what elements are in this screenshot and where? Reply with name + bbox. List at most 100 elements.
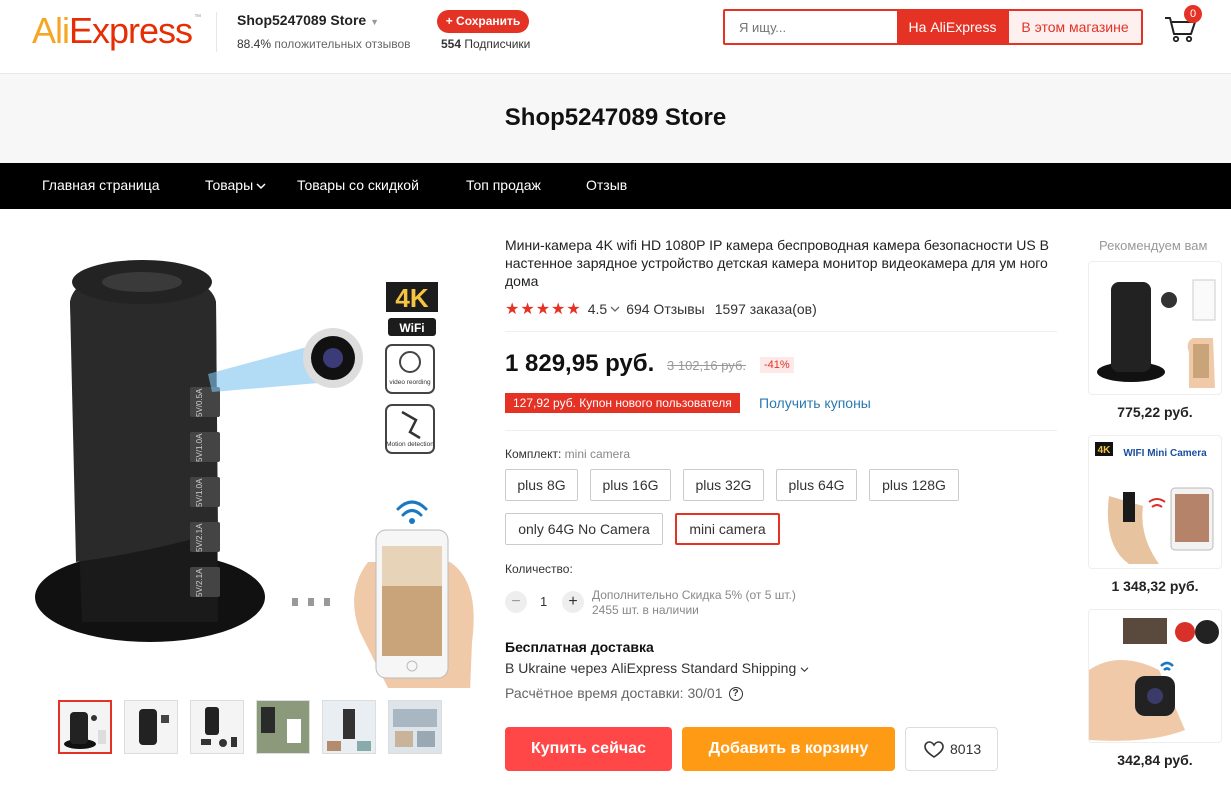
wishlist-button[interactable]: 8013 [905,727,998,771]
shipping-method-select[interactable]: В Ukraine через AliExpress Standard Ship… [505,660,809,676]
price: 1 829,95 руб. [505,350,655,377]
port-label: 5V/0.5A [195,388,204,417]
logo-tm: ™ [194,14,201,21]
nav-item-products[interactable]: Товары [205,177,266,193]
chevron-down-icon [256,183,266,190]
help-icon[interactable]: ? [728,687,743,702]
chevron-down-icon: ▼ [370,17,380,27]
qty-info: Дополнительно Скидка 5% (от 5 шт.) 2455 … [592,588,796,618]
option-plus-128g[interactable]: plus 128G [869,469,959,501]
header-divider [216,12,217,52]
qty-value[interactable]: 1 [540,594,547,609]
search-store-button[interactable]: В этом магазине [1008,11,1141,43]
subscribers: 554 Подписчики [441,37,530,51]
option-plus-32g[interactable]: plus 32G [683,469,764,501]
kit-label: Комплект: mini camera [505,447,630,461]
port-label: 5V/2.1A [195,568,204,597]
store-name-text: Shop5247089 Store [237,12,367,28]
thumbnail-strip [58,700,442,754]
port-label: 5V/2.1A [195,523,204,552]
search-input[interactable] [725,11,897,43]
nav-item-feedback[interactable]: Отзыв [586,177,627,193]
svg-text:4K: 4K [1098,445,1112,456]
cart-count-badge: 0 [1184,5,1202,23]
thumbnail[interactable] [322,700,376,754]
store-feedback: 88.4% положительных отзывов [237,37,411,51]
shipping-title: Бесплатная доставка [505,639,654,655]
old-price: 3 102,16 руб. [667,358,747,373]
kit-label-text: Комплект: [505,447,562,461]
option-only-64g-no-camera[interactable]: only 64G No Camera [505,513,663,545]
rating-stars: ★★★★★ [505,301,582,318]
rating-row: ★★★★★ 4.5 694 Отзывы 1597 заказа(ов) [505,299,817,319]
recommend-price: 775,22 руб. [1117,404,1193,420]
site-header: AliExpress ™ Shop5247089 Store ▼ 88.4% пол… [0,0,1231,74]
product-main-image[interactable]: 5V/0.5A 5V/1.0A 5V/1.0A 5V/2.1A 5V/2.1A … [30,232,476,688]
recommend-price: 342,84 руб. [1117,752,1193,768]
divider [505,331,1057,332]
product-title: Мини-камера 4K wifi HD 1080P IP камера б… [505,237,1049,289]
stock-text: 2455 шт. в наличии [592,603,699,617]
nav-item-sale[interactable]: Товары со скидкой [297,177,419,193]
wishlist-count: 8013 [950,741,982,757]
thumbnail[interactable] [58,700,112,754]
search-bar: На AliExpress В этом магазине [723,9,1143,45]
qty-plus-button[interactable]: + [562,591,584,613]
buy-now-button[interactable]: Купить сейчас [505,727,672,771]
store-banner: Shop5247089 Store [0,74,1231,163]
reviews-link[interactable]: 694 Отзывы [626,301,705,317]
4k-badge: 4K [395,283,428,313]
logo-ali-text: Ali [32,10,70,51]
divider [505,430,1057,431]
quantity-label: Количество: [505,562,573,576]
thumbnail[interactable] [124,700,178,754]
option-plus-8g[interactable]: plus 8G [505,469,578,501]
chevron-down-icon[interactable] [610,305,620,313]
orders-count: 1597 заказа(ов) [714,301,817,317]
motion-detection-badge: Motion detection [386,441,434,448]
store-name-link[interactable]: Shop5247089 Store ▼ [237,12,379,28]
thumbnail[interactable] [190,700,244,754]
recommend-price: 1 348,32 руб. [1111,578,1199,594]
nav-item-products-label: Товары [205,177,254,193]
search-aliexpress-button[interactable]: На AliExpress [897,11,1008,43]
thumbnail[interactable] [388,700,442,754]
store-banner-title: Shop5247089 Store [504,104,727,131]
logo-express-text: Express [69,10,193,51]
rating-value: 4.5 [587,301,608,317]
qty-discount-text: Дополнительно Скидка 5% (от 5 шт.) [592,588,796,602]
store-nav: Главная страница Товары Товары со скидко… [0,163,1231,209]
nav-item-top-sales[interactable]: Топ продаж [466,177,541,193]
feedback-text: положительных отзывов [274,37,411,51]
option-mini-camera[interactable]: mini camera [675,513,780,545]
subscribers-count: 554 [441,37,462,51]
discount-badge: -41% [760,357,794,373]
recommend-card[interactable] [1088,261,1222,395]
option-plus-16g[interactable]: plus 16G [590,469,671,501]
save-store-button[interactable]: + Сохранить [437,10,529,33]
recommend-card[interactable] [1088,609,1222,743]
kit-selected-value: mini camera [564,447,631,461]
feedback-percent: 88.4% [237,37,272,51]
new-user-coupon[interactable]: 127,92 руб. Купон нового пользователя [505,393,740,413]
video-recording-badge: video reording [389,379,431,386]
shipping-method-text: В Ukraine через AliExpress Standard Ship… [505,660,797,676]
heart-icon [924,741,944,758]
wifi-badge: WiFi [399,321,424,335]
get-coupons-link[interactable]: Получить купоны [759,395,871,411]
option-plus-64g[interactable]: plus 64G [776,469,857,501]
subscribers-text: Подписчики [464,37,531,51]
delivery-eta: Расчётное время доставки: 30/01? [505,685,743,702]
nav-item-home[interactable]: Главная страница [42,177,160,193]
recommend-card[interactable]: 4K WIFI Mini Camera [1088,435,1222,569]
aliexpress-logo[interactable]: AliExpress ™ [32,10,201,52]
add-to-cart-button[interactable]: Добавить в корзину [682,727,895,771]
recommend-title: Рекомендуем вам [1099,238,1208,253]
thumbnail[interactable] [256,700,310,754]
recommend-banner: WIFI Mini Camera [1123,448,1207,459]
port-label: 5V/1.0A [195,433,204,462]
qty-minus-button[interactable]: − [505,591,527,613]
chevron-down-icon [800,667,809,673]
delivery-eta-text: Расчётное время доставки: 30/01 [505,685,723,701]
port-label: 5V/1.0A [195,478,204,507]
